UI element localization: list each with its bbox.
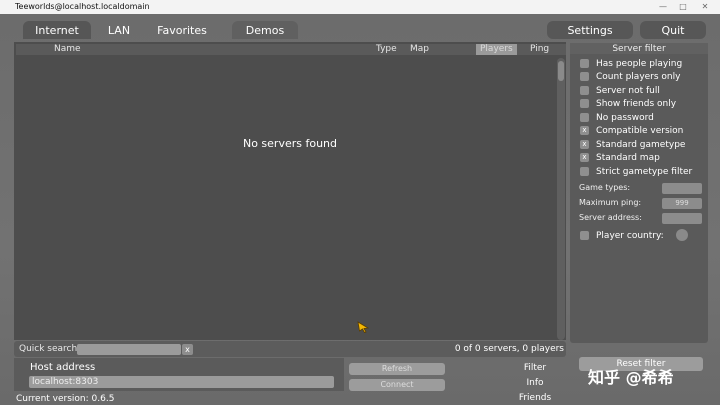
column-map[interactable]: Map <box>410 44 429 55</box>
side-tab-filter[interactable]: Filter <box>500 363 570 373</box>
server-list-panel <box>14 42 566 340</box>
quit-button[interactable]: Quit <box>640 21 706 39</box>
checkbox-checked[interactable]: x <box>580 153 589 162</box>
game-types-label: Game types: <box>579 183 631 192</box>
country-flag-select[interactable] <box>676 229 688 241</box>
quick-search-label: Quick search: <box>19 344 81 354</box>
checkbox-checked[interactable]: x <box>580 140 589 149</box>
server-filter-title: Server filter <box>570 43 708 54</box>
quick-search-clear-button[interactable]: x <box>182 344 193 355</box>
max-ping-input[interactable]: 999 <box>662 198 702 209</box>
column-ping[interactable]: Ping <box>530 44 549 55</box>
checkbox[interactable] <box>580 99 589 108</box>
checkbox[interactable] <box>580 231 589 240</box>
column-name[interactable]: Name <box>54 44 81 55</box>
quick-search-bar: Quick search: x 0 of 0 servers, 0 player… <box>14 341 566 357</box>
max-ping-label: Maximum ping: <box>579 198 642 207</box>
tab-internet[interactable]: Internet <box>23 21 91 39</box>
side-tab-info[interactable]: Info <box>500 378 570 388</box>
tab-lan[interactable]: LAN <box>97 21 141 39</box>
side-tab-friends[interactable]: Friends <box>500 393 570 403</box>
no-servers-message: No servers found <box>242 137 338 150</box>
tab-favorites[interactable]: Favorites <box>147 21 217 39</box>
server-address-label: Server address: <box>579 213 642 222</box>
server-count: 0 of 0 servers, 0 players <box>454 344 564 354</box>
checkbox[interactable] <box>580 167 589 176</box>
connect-button[interactable]: Connect <box>349 379 445 391</box>
tab-demos[interactable]: Demos <box>232 21 298 39</box>
mouse-cursor-icon <box>357 321 369 333</box>
server-list-scrollbar[interactable] <box>557 58 565 340</box>
watermark-text: 知乎 @希希 <box>588 368 674 387</box>
server-address-input[interactable] <box>662 213 702 224</box>
column-type[interactable]: Type <box>376 44 397 55</box>
checkbox[interactable] <box>580 59 589 68</box>
game-types-input[interactable] <box>662 183 702 194</box>
minimize-button[interactable]: — <box>654 0 672 14</box>
version-text: Current version: 0.6.5 <box>16 394 115 404</box>
checkbox-checked[interactable]: x <box>580 126 589 135</box>
server-list-header: Name Type Map Players Ping <box>16 44 566 55</box>
close-window-button[interactable]: ✕ <box>696 0 714 14</box>
window-title: Teeworlds@localhost.localdomain <box>15 2 150 11</box>
quick-search-input[interactable] <box>77 344 181 355</box>
checkbox[interactable] <box>580 72 589 81</box>
refresh-button[interactable]: Refresh <box>349 363 445 375</box>
host-address-label: Host address <box>30 362 96 373</box>
scrollbar-thumb[interactable] <box>558 61 564 81</box>
window-titlebar: Teeworlds@localhost.localdomain — □ ✕ <box>0 0 720 14</box>
checkbox[interactable] <box>580 86 589 95</box>
host-address-input[interactable]: localhost:8303 <box>29 376 334 388</box>
column-players[interactable]: Players <box>476 44 517 55</box>
checkbox[interactable] <box>580 113 589 122</box>
maximize-button[interactable]: □ <box>674 0 692 14</box>
settings-button[interactable]: Settings <box>547 21 633 39</box>
